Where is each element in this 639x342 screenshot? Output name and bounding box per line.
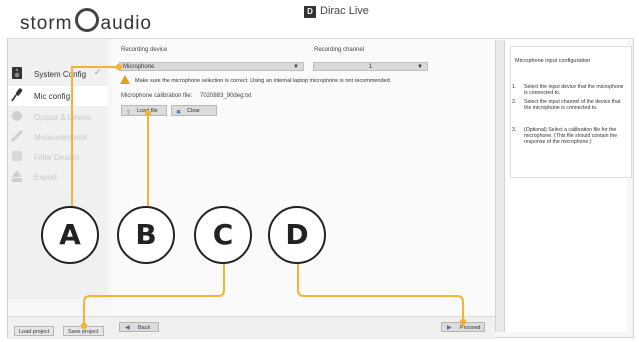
callout-a: A xyxy=(41,206,99,264)
callout-line-d xyxy=(297,264,464,322)
callout-b: B xyxy=(117,206,175,264)
callout-dot-c xyxy=(80,322,88,330)
callout-dot-a xyxy=(115,63,123,71)
callout-dot-d xyxy=(459,318,467,326)
callout-lines xyxy=(71,63,467,330)
callout-dot-b xyxy=(144,109,152,117)
callout-line-c xyxy=(83,264,225,326)
callout-d: D xyxy=(268,206,326,264)
callout-c: C xyxy=(194,206,252,264)
callout-line-a xyxy=(71,66,119,206)
